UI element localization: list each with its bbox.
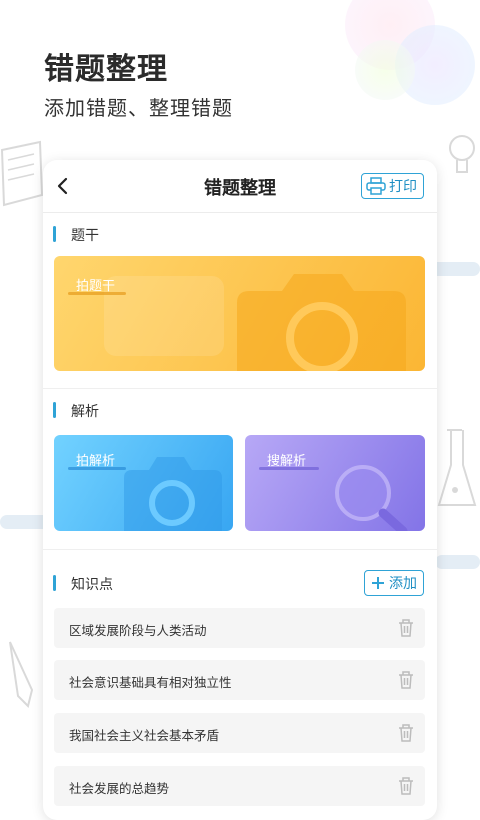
section-accent-bar bbox=[53, 226, 56, 242]
pencil-doodle-icon bbox=[9, 641, 34, 708]
section-label-knowledge: 知识点 bbox=[71, 577, 113, 593]
plus-icon bbox=[372, 577, 384, 589]
section-divider bbox=[43, 549, 437, 550]
section-label-analysis: 解析 bbox=[71, 404, 99, 420]
decor-stripe bbox=[435, 555, 480, 569]
nav-bar: 错题整理 打印 bbox=[43, 160, 437, 213]
take-stem-photo-button[interactable]: 拍题干 bbox=[54, 256, 425, 371]
printer-icon bbox=[366, 177, 386, 195]
camera-icon bbox=[104, 274, 406, 371]
knowledge-item[interactable]: 区域发展阶段与人类活动 bbox=[54, 608, 425, 648]
knowledge-item[interactable]: 社会发展的总趋势 bbox=[54, 766, 425, 806]
hero-subtitle: 添加错题、整理错题 bbox=[44, 96, 233, 120]
phone-screen-card: 错题整理 打印 题干 拍题干 解析 拍解析 搜解析 知识点 添加 区域发展阶段与… bbox=[43, 160, 437, 820]
add-knowledge-button[interactable]: 添加 bbox=[364, 570, 424, 596]
take-analysis-photo-label: 拍解析 bbox=[76, 454, 116, 469]
book-doodle-icon bbox=[0, 140, 44, 207]
decor-bubble bbox=[355, 40, 415, 100]
section-header-analysis: 解析 bbox=[43, 399, 437, 421]
section-divider bbox=[43, 388, 437, 389]
knowledge-item-text: 区域发展阶段与人类活动 bbox=[69, 623, 207, 638]
knowledge-item[interactable]: 我国社会主义社会基本矛盾 bbox=[54, 713, 425, 753]
section-label-stem: 题干 bbox=[71, 228, 99, 244]
knowledge-item[interactable]: 社会意识基础具有相对独立性 bbox=[54, 660, 425, 700]
section-header-stem: 题干 bbox=[43, 223, 437, 245]
print-button[interactable]: 打印 bbox=[361, 173, 424, 199]
flask-doodle-icon bbox=[437, 429, 477, 506]
search-analysis-label: 搜解析 bbox=[267, 454, 307, 469]
hero-title: 错题整理 bbox=[44, 52, 168, 87]
take-analysis-photo-button[interactable]: 拍解析 bbox=[54, 435, 233, 531]
add-label: 添加 bbox=[389, 576, 417, 592]
take-stem-photo-label: 拍题干 bbox=[76, 279, 116, 294]
trash-icon[interactable] bbox=[397, 670, 415, 690]
section-accent-bar bbox=[53, 575, 56, 591]
knowledge-item-text: 我国社会主义社会基本矛盾 bbox=[69, 728, 220, 743]
search-analysis-button[interactable]: 搜解析 bbox=[245, 435, 425, 531]
trash-icon[interactable] bbox=[397, 776, 415, 796]
knowledge-item-text: 社会意识基础具有相对独立性 bbox=[69, 675, 232, 690]
knowledge-item-text: 社会发展的总趋势 bbox=[69, 781, 170, 796]
lightbulb-doodle-icon bbox=[449, 135, 475, 173]
trash-icon[interactable] bbox=[397, 723, 415, 743]
print-label: 打印 bbox=[389, 179, 417, 195]
section-accent-bar bbox=[53, 402, 56, 418]
trash-icon[interactable] bbox=[397, 618, 415, 638]
